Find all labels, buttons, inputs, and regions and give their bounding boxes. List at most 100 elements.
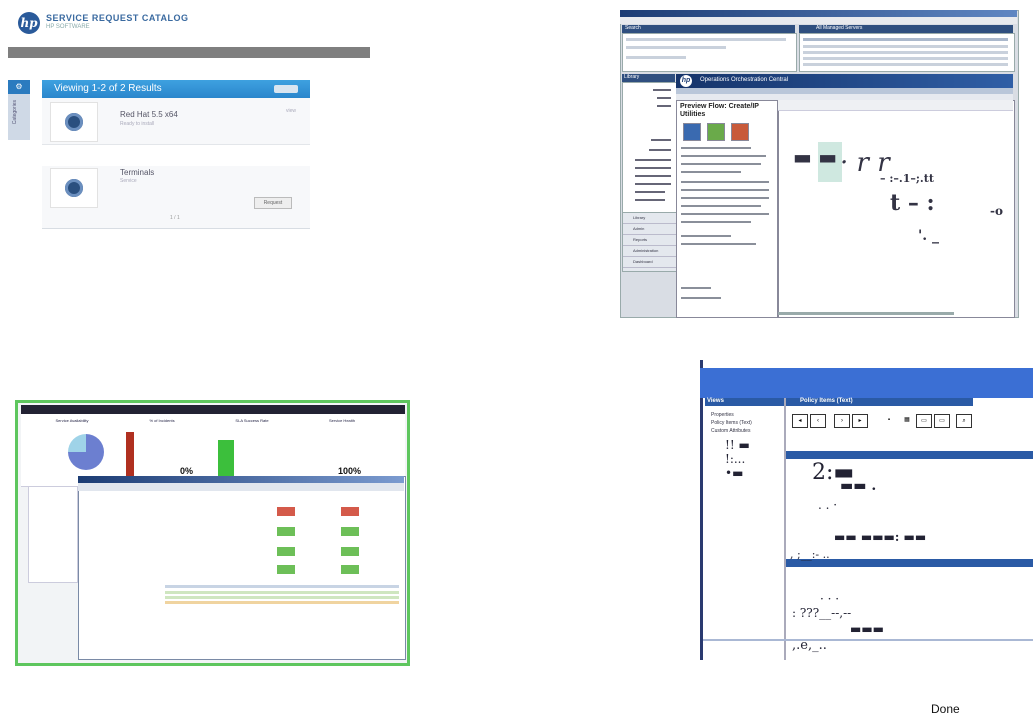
nav-button[interactable]: Reports (623, 235, 676, 246)
tree-node[interactable] (635, 175, 671, 177)
tree-node[interactable] (635, 191, 665, 193)
kpi-title: SLA Success Rate (235, 418, 269, 423)
search-input[interactable] (626, 56, 686, 59)
view-item[interactable]: Policy Items (Text) (711, 420, 752, 426)
kpi-tile[interactable]: Service Health 100% (298, 418, 386, 482)
preview-text (681, 147, 751, 149)
nav-button[interactable]: Administration (623, 246, 676, 257)
catalog-subtitle: HP SOFTWARE (46, 24, 90, 30)
managed-servers-label: All Managed Servers (816, 25, 863, 31)
tree-node[interactable] (651, 139, 671, 141)
kpi-tile[interactable]: Service Availability (28, 418, 116, 482)
first-icon[interactable]: ◂ (792, 414, 808, 428)
table-row[interactable] (803, 45, 1008, 48)
stop-icon[interactable] (731, 123, 749, 141)
table-row[interactable] (803, 57, 1008, 60)
policy-text-marks: ▬▬▬ (850, 622, 885, 636)
tree-node[interactable] (649, 149, 671, 151)
search-input[interactable] (626, 46, 726, 49)
tree-node[interactable] (635, 183, 671, 185)
results-view-toggle[interactable] (274, 85, 298, 93)
nav-button[interactable]: Admin (623, 224, 676, 235)
nav-button[interactable]: Library (623, 213, 676, 224)
table-row[interactable] (803, 63, 1008, 66)
status-cell[interactable] (341, 527, 359, 536)
tree-node[interactable] (635, 167, 671, 169)
policy-label: Policy Items (Text) (800, 398, 853, 404)
kpi-tile[interactable]: SLA Success Rate (208, 418, 296, 482)
preview-text (681, 171, 741, 173)
preview-text (681, 213, 769, 215)
panel-border (700, 360, 703, 660)
preview-text (681, 189, 769, 191)
table-header (165, 585, 399, 588)
table-row[interactable] (803, 51, 1008, 54)
tree-node[interactable] (657, 97, 671, 99)
flow-graph-marks: t – : (890, 190, 935, 216)
flow-graph-marks: – :–.1–;.tt (880, 172, 934, 185)
preview-text (681, 221, 751, 223)
catalog-title: SERVICE REQUEST CATALOG (46, 13, 189, 23)
tree-node[interactable] (635, 159, 671, 161)
table-row[interactable] (165, 596, 399, 599)
last-icon[interactable]: ▸ (852, 414, 868, 428)
prev-icon[interactable]: ‹ (810, 414, 826, 428)
grid-icon[interactable]: ▦ (900, 414, 914, 426)
preview-text (681, 197, 769, 199)
item-title[interactable]: Terminals (120, 168, 154, 177)
paste-icon[interactable]: ▭ (934, 414, 950, 428)
tree-label: Library (624, 74, 640, 80)
flow-graph-marks: '. _ (918, 228, 940, 244)
view-item[interactable]: Properties (711, 412, 734, 418)
hp-logo-icon: hp (18, 12, 40, 34)
save-icon[interactable]: ▪ (882, 414, 896, 426)
search-input[interactable] (626, 38, 786, 41)
kpi-tile[interactable]: % of Incidents 0% (118, 418, 206, 482)
window-titlebar (620, 10, 1017, 17)
find-icon[interactable]: ⌕ (956, 414, 972, 428)
status-cell[interactable] (341, 565, 359, 574)
policy-text-marks: : ???__--,-- (792, 606, 852, 620)
pager[interactable]: 1 / 1 (170, 215, 180, 221)
status-cell[interactable] (277, 507, 295, 516)
item-title[interactable]: Red Hat 5.5 x64 (120, 110, 178, 119)
copy-icon[interactable]: ▭ (916, 414, 932, 428)
preview-title: Preview Flow: Create/IP Utilities (680, 103, 759, 118)
preview-text (681, 287, 711, 289)
menu-bar[interactable] (620, 17, 1017, 24)
status-cell[interactable] (341, 547, 359, 556)
pie-chart (68, 434, 104, 470)
managed-servers-table[interactable] (799, 33, 1015, 72)
policy-banner (700, 368, 1033, 398)
next-icon[interactable]: › (834, 414, 850, 428)
library-tree[interactable] (622, 82, 677, 214)
play-icon[interactable] (707, 123, 725, 141)
table-row[interactable] (165, 601, 399, 604)
item-subtitle: Ready to install (120, 121, 155, 127)
status-cell[interactable] (277, 547, 295, 556)
gear-icon (65, 179, 83, 197)
request-button[interactable]: Request (254, 197, 292, 209)
status-cell[interactable] (277, 565, 295, 574)
policy-text-marks: , ;__:- .. (790, 548, 830, 561)
status-cell[interactable] (277, 527, 295, 536)
status-strip (778, 312, 954, 315)
kpi-value: 0% (180, 466, 194, 476)
table-row[interactable] (165, 591, 399, 594)
view-item[interactable]: Custom Attributes (711, 428, 750, 434)
policy-toolbar: ◂ ‹ › ▸ ▪ ▦ ▭ ▭ ⌕ (786, 406, 973, 432)
search-panel[interactable] (622, 33, 797, 72)
tree-node[interactable] (657, 105, 671, 107)
preview-text (681, 205, 761, 207)
graph-toolbar[interactable] (778, 100, 1013, 111)
inner-menubar[interactable] (78, 483, 404, 491)
tree-node[interactable] (653, 89, 671, 91)
dashboard-side-list[interactable] (28, 486, 78, 583)
item-tag[interactable]: view (286, 108, 296, 114)
status-cell[interactable] (341, 507, 359, 516)
run-icon[interactable] (683, 123, 701, 141)
settings-icon[interactable]: ⚙ (8, 80, 30, 94)
list-item[interactable]: Red Hat 5.5 x64 Ready to install view (42, 98, 310, 145)
tree-node[interactable] (635, 199, 665, 201)
nav-button[interactable]: Dashboard (623, 257, 676, 268)
